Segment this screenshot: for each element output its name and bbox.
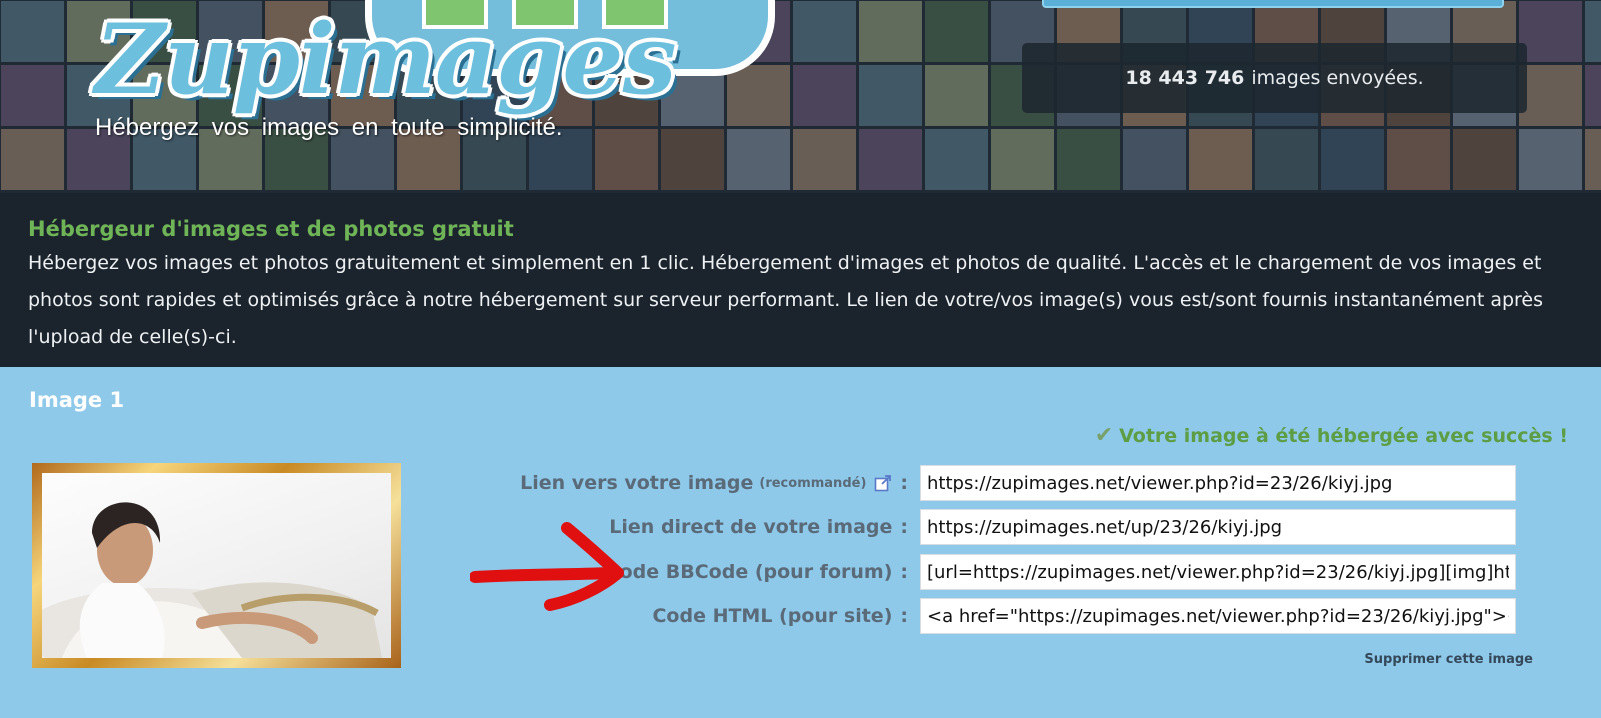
thumbnail-photo-illustration	[42, 484, 382, 658]
link-row-label-text: Code HTML (pour site)	[652, 605, 893, 627]
logo-wordmark: Zupimages	[95, 3, 676, 116]
intro-section: Hébergeur d'images et de photos gratuit …	[0, 193, 1601, 367]
images-counter: 18 443 746 images envoyées.	[1022, 43, 1527, 113]
label-colon: :	[900, 605, 908, 627]
logo-tagline: Hébergez vos images en toute simplicité.	[95, 114, 563, 141]
direct-link-field[interactable]	[920, 509, 1516, 545]
top-upload-button[interactable]	[1042, 0, 1504, 8]
red-arrow-annotation	[470, 522, 624, 611]
site-header: Zupimages Hébergez vos images en toute s…	[0, 0, 1601, 193]
check-icon: ✔	[1094, 423, 1114, 448]
upload-result-panel: Image 1 ✔ Votre image à été hébergée ave…	[0, 367, 1601, 718]
delete-image-link[interactable]: Supprimer cette image	[1364, 652, 1533, 667]
label-colon: :	[900, 561, 908, 583]
label-colon: :	[900, 472, 908, 494]
link-row-label-text: Code BBCode (pour forum)	[605, 561, 893, 583]
label-colon: :	[900, 516, 908, 538]
link-row-label-text: Lien vers votre image	[520, 472, 754, 494]
intro-title: Hébergeur d'images et de photos gratuit	[28, 217, 514, 241]
recommended-note: (recommandé)	[759, 475, 867, 491]
link-row-label-text: Lien direct de votre image	[609, 516, 893, 538]
thumbnail-photo	[42, 473, 391, 658]
success-message: ✔ Votre image à été hébergée avec succès…	[1095, 423, 1568, 448]
external-link-icon[interactable]	[874, 474, 892, 492]
image-thumbnail[interactable]	[32, 463, 401, 668]
viewer-link-row: Lien vers votre image (recommandé):	[430, 465, 1526, 501]
html-code-field[interactable]	[920, 598, 1516, 634]
intro-description: Hébergez vos images et photos gratuiteme…	[28, 252, 1544, 348]
images-counter-label: images envoyées.	[1251, 67, 1424, 89]
bbcode-field[interactable]	[920, 554, 1516, 590]
images-counter-number: 18 443 746	[1125, 67, 1245, 89]
viewer-link-field[interactable]	[920, 465, 1516, 501]
link-row-label: Lien vers votre image (recommandé):	[430, 472, 920, 494]
success-text: Votre image à été hébergée avec succès !	[1119, 424, 1568, 447]
image-title: Image 1	[29, 388, 125, 412]
